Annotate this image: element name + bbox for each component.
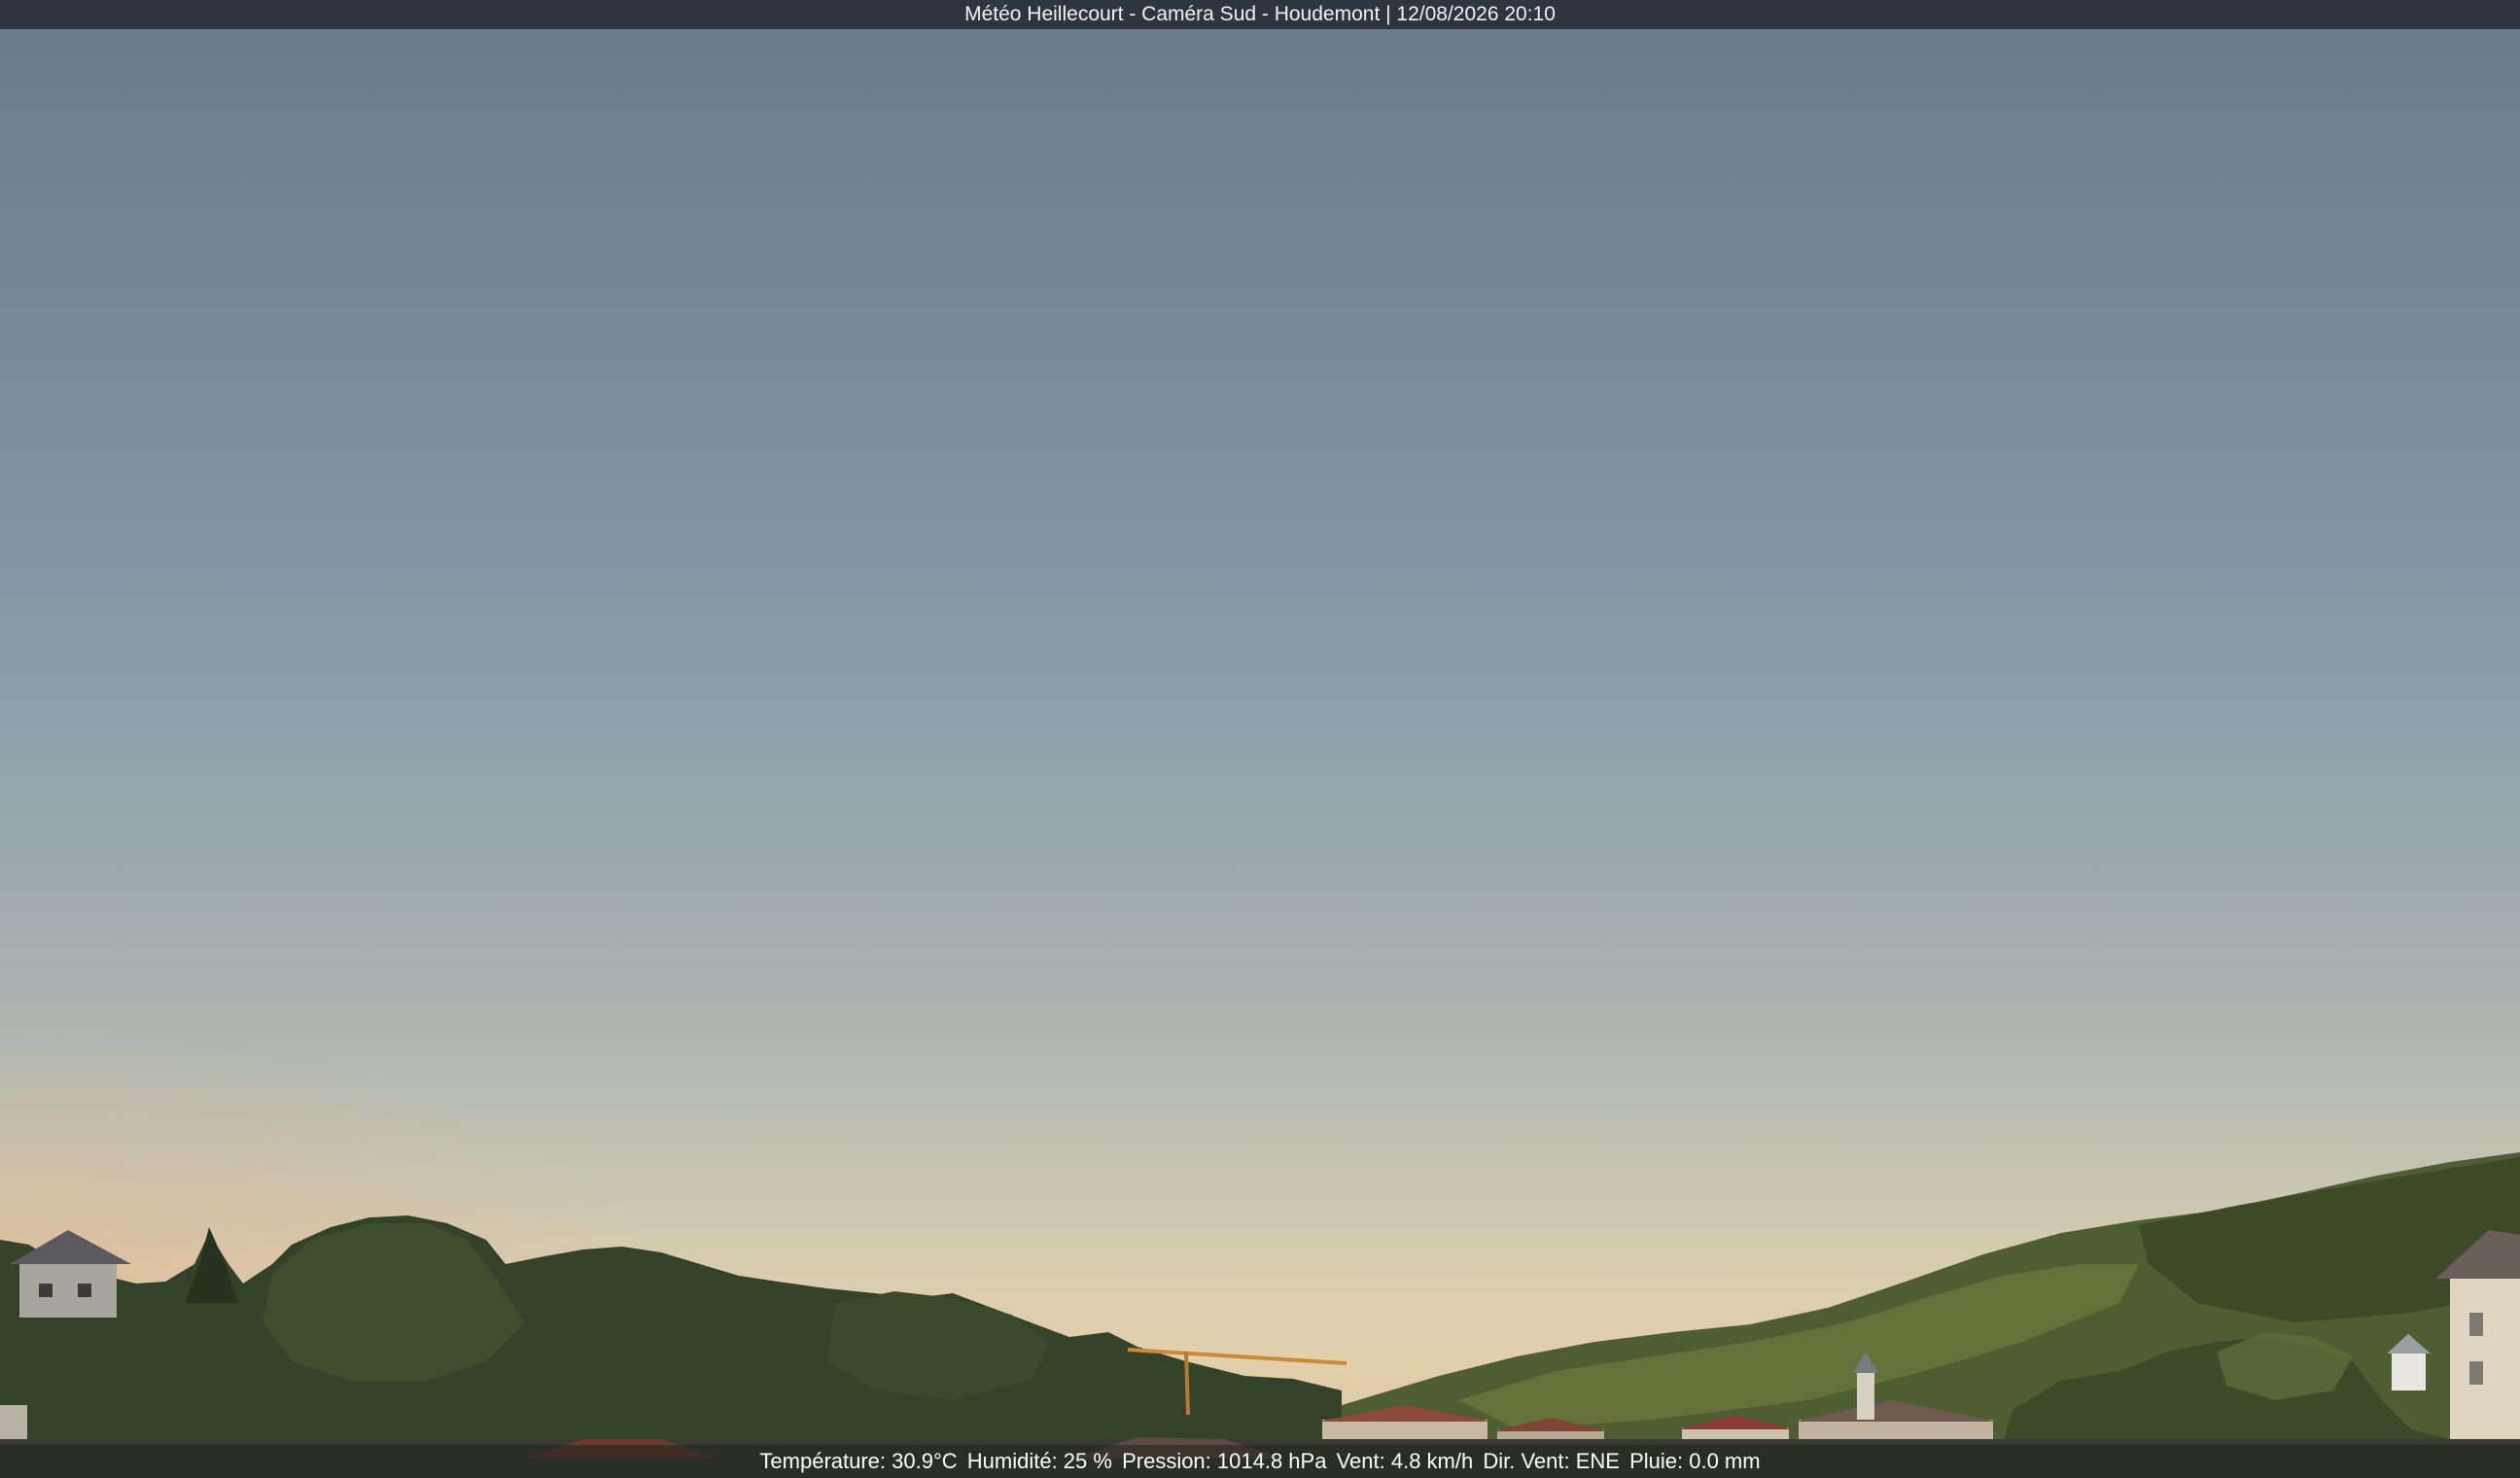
- house-right: [2450, 1274, 2520, 1449]
- temperature-reading: Température: 30.9°C: [759, 1449, 958, 1473]
- camera-title: Météo Heillecourt - Caméra Sud - Houdemo…: [964, 3, 1556, 25]
- conifer-tree: [185, 1227, 238, 1303]
- pressure-reading: Pression: 1014.8 hPa: [1122, 1449, 1327, 1473]
- humidity-reading: Humidité: 25 %: [966, 1449, 1112, 1473]
- landscape-scene: [0, 1152, 2520, 1478]
- house-white-small: [2392, 1352, 2426, 1390]
- house-left: [19, 1259, 117, 1318]
- house-left-window: [78, 1284, 91, 1297]
- weather-info-bar: Température: 30.9°C Humidité: 25 % Press…: [0, 1445, 2520, 1478]
- webcam-frame: Météo Heillecourt - Caméra Sud - Houdemo…: [0, 0, 2520, 1478]
- rain-reading: Pluie: 0.0 mm: [1629, 1449, 1761, 1473]
- house-left-2: [0, 1405, 27, 1444]
- church-tower: [1857, 1371, 1874, 1420]
- camera-title-bar: Météo Heillecourt - Caméra Sud - Houdemo…: [0, 0, 2520, 29]
- crane-mast: [1184, 1351, 1190, 1416]
- house-right-window: [2469, 1313, 2483, 1336]
- wind-direction-reading: Dir. Vent: ENE: [1483, 1449, 1620, 1473]
- house-right-window: [2469, 1361, 2483, 1385]
- house-left-window: [39, 1284, 52, 1297]
- wind-speed-reading: Vent: 4.8 km/h: [1336, 1449, 1474, 1473]
